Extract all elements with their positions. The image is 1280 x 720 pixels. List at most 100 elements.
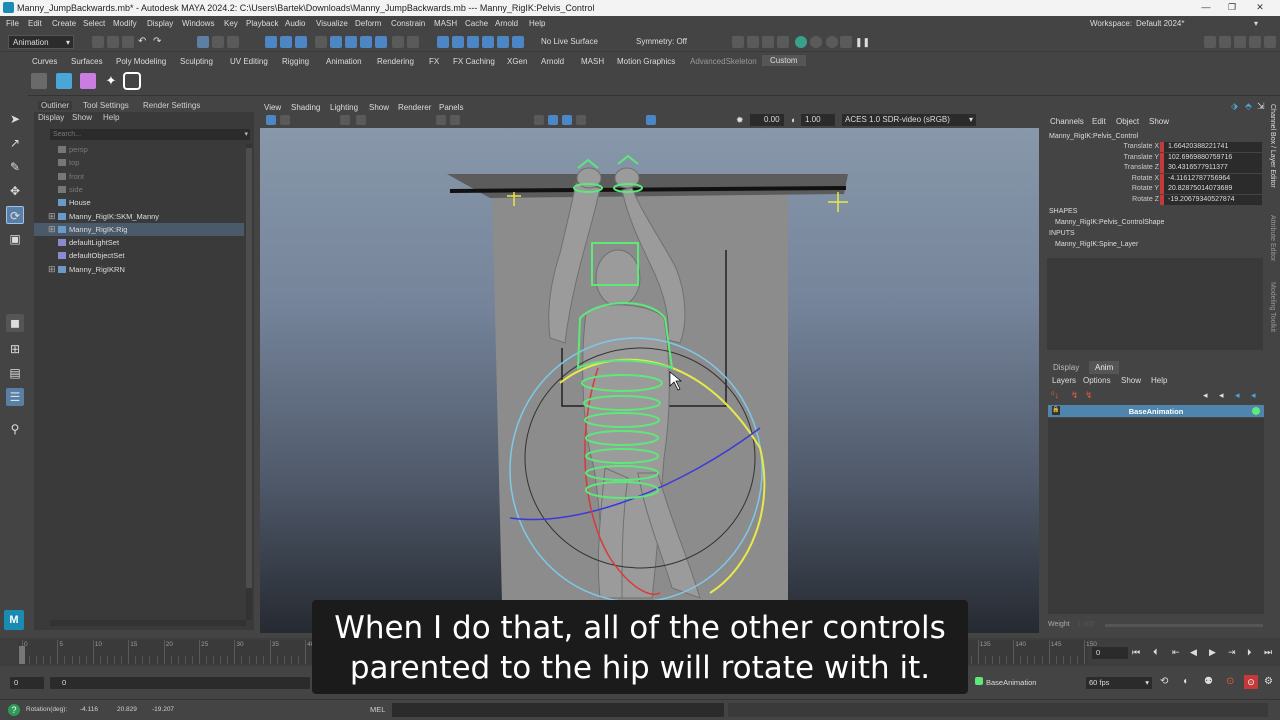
preferences-icon[interactable]: ⚙ bbox=[1264, 676, 1273, 687]
play-forwards-icon[interactable]: ▶ bbox=[1209, 647, 1216, 658]
film-gate-icon[interactable] bbox=[340, 115, 350, 125]
snap-grid-icon[interactable] bbox=[437, 36, 449, 48]
tab-channel-box-layer-editor[interactable]: Channel Box / Layer Editor bbox=[1269, 104, 1276, 188]
smooth-shade-icon[interactable] bbox=[548, 115, 558, 125]
snap-vertex-icon[interactable] bbox=[512, 36, 524, 48]
menuset-dropdown[interactable]: Animation ▾ bbox=[8, 35, 74, 49]
pause-icon[interactable]: ❚❚ bbox=[855, 36, 870, 48]
menu-playback[interactable]: Playback bbox=[246, 19, 278, 28]
menu-windows[interactable]: Windows bbox=[182, 19, 214, 28]
outliner-item[interactable]: ⊞ Manny_RigIK:SKM_Manny bbox=[34, 210, 244, 223]
tab-display-layers[interactable]: Display bbox=[1049, 363, 1083, 372]
expand-icon[interactable]: ⊞ bbox=[48, 211, 56, 222]
new-scene-icon[interactable] bbox=[92, 36, 104, 48]
rig-tool-icon[interactable] bbox=[31, 73, 47, 89]
workspace-dropdown[interactable]: Default 2024* ▾ bbox=[1132, 17, 1262, 31]
toggle-channel-box-icon[interactable] bbox=[1249, 36, 1261, 48]
select-object-icon[interactable] bbox=[212, 36, 224, 48]
shelf-tab-uv-editing[interactable]: UV Editing bbox=[230, 57, 268, 66]
shelf-sparkle-icon[interactable]: ✦ bbox=[103, 73, 119, 89]
symmetry-dropdown[interactable]: Symmetry: Off bbox=[632, 35, 702, 49]
layer-weight-slider[interactable] bbox=[1105, 624, 1263, 627]
viewport-menu-view[interactable]: View bbox=[264, 103, 281, 112]
channels-menu-object[interactable]: Object bbox=[1116, 117, 1139, 126]
shelf-tab-animation[interactable]: Animation bbox=[326, 57, 362, 66]
channel-value-field[interactable]: -4.11612787756964 bbox=[1164, 173, 1262, 184]
paint-select-tool-icon[interactable]: ✎ bbox=[6, 158, 24, 176]
shelf-tab-surfaces[interactable]: Surfaces bbox=[71, 57, 103, 66]
auto-key-icon[interactable]: ⊙ bbox=[1226, 676, 1234, 687]
snap-view-plane-icon[interactable] bbox=[482, 36, 494, 48]
open-scene-icon[interactable] bbox=[107, 36, 119, 48]
select-tool-icon[interactable]: ➤ bbox=[6, 110, 24, 128]
command-line-input[interactable] bbox=[392, 703, 724, 717]
shelf-hex-icon[interactable] bbox=[123, 72, 141, 90]
bookmarks-icon[interactable] bbox=[280, 115, 290, 125]
channel-box-icon-1[interactable]: ⬗ bbox=[1231, 101, 1238, 112]
new-layer-icon[interactable]: ◂ bbox=[1235, 390, 1240, 401]
minimize-button[interactable]: — bbox=[1196, 2, 1216, 14]
close-button[interactable]: ✕ bbox=[1250, 2, 1270, 14]
gamma-field[interactable]: 1.00 bbox=[801, 114, 835, 126]
tab-attribute-editor[interactable]: Attribute Editor bbox=[1269, 215, 1276, 261]
select-by-joint-icon[interactable] bbox=[280, 36, 292, 48]
anim-layer-selector[interactable]: BaseAnimation bbox=[975, 677, 1075, 689]
layers-menu-show[interactable]: Show bbox=[1121, 376, 1141, 385]
layers-menu-layers[interactable]: Layers bbox=[1052, 376, 1076, 385]
lock-selection-icon[interactable] bbox=[392, 36, 404, 48]
shelf-tab-xgen[interactable]: XGen bbox=[507, 57, 527, 66]
menu-modify[interactable]: Modify bbox=[113, 19, 137, 28]
hud-icon[interactable] bbox=[450, 115, 460, 125]
select-by-deformer-icon[interactable] bbox=[330, 36, 342, 48]
select-by-rendering-icon[interactable] bbox=[360, 36, 372, 48]
outliner-item[interactable]: front bbox=[34, 170, 244, 183]
live-surface-field[interactable]: No Live Surface bbox=[537, 35, 622, 49]
viewport-menu-shading[interactable]: Shading bbox=[291, 103, 320, 112]
channel-row[interactable]: Rotate Z -19.20679340527874 bbox=[1045, 195, 1267, 205]
shelf-tab-custom[interactable]: Custom bbox=[762, 55, 806, 66]
command-language[interactable]: MEL bbox=[370, 705, 385, 714]
menu-constrain[interactable]: Constrain bbox=[391, 19, 425, 28]
start-frame-field[interactable]: 0 bbox=[10, 677, 44, 689]
exposure-field[interactable]: 0.00 bbox=[750, 114, 784, 126]
channel-value-field[interactable]: -19.20679340527874 bbox=[1164, 195, 1262, 205]
tab-outliner[interactable]: Outliner bbox=[38, 101, 73, 110]
redo-icon[interactable]: ↷ bbox=[153, 36, 165, 48]
camera-attributes-icon[interactable] bbox=[266, 115, 276, 125]
outliner-item[interactable]: defaultLightSet bbox=[34, 236, 244, 249]
outliner-item[interactable]: persp bbox=[34, 143, 244, 156]
outliner-menu-display[interactable]: Display bbox=[38, 113, 64, 122]
use-all-lights-icon[interactable] bbox=[576, 115, 586, 125]
persp-outliner-icon[interactable]: ▤ bbox=[6, 364, 24, 382]
fps-dropdown[interactable]: 60 fps ▾ bbox=[1086, 677, 1152, 689]
layers-menu-options[interactable]: Options bbox=[1083, 376, 1111, 385]
move-tool-icon[interactable]: ✥ bbox=[6, 182, 24, 200]
loop-icon[interactable]: ⟲ bbox=[1160, 676, 1168, 687]
shelf-tab-fx-caching[interactable]: FX Caching bbox=[453, 57, 495, 66]
shelf-tab-mash[interactable]: MASH bbox=[581, 57, 604, 66]
single-perspective-view-icon[interactable]: ◼ bbox=[6, 314, 24, 332]
outliner-search-input[interactable]: Search... ▾ bbox=[50, 129, 250, 140]
viewport-menu-renderer[interactable]: Renderer bbox=[398, 103, 431, 112]
resolution-gate-icon[interactable] bbox=[356, 115, 366, 125]
channel-value-field[interactable]: 20.82875014073689 bbox=[1164, 184, 1262, 195]
maximize-button[interactable]: ❐ bbox=[1222, 2, 1242, 14]
channel-box-icon-3[interactable]: ⇲ bbox=[1257, 101, 1265, 112]
render-sequence-icon[interactable] bbox=[747, 36, 759, 48]
expand-icon[interactable]: ⊞ bbox=[48, 264, 56, 275]
select-by-curve-icon[interactable] bbox=[295, 36, 307, 48]
toggle-tool-settings-icon[interactable] bbox=[1234, 36, 1246, 48]
menu-cache[interactable]: Cache bbox=[465, 19, 488, 28]
toggle-outliner-icon[interactable] bbox=[1264, 36, 1276, 48]
menu-deform[interactable]: Deform bbox=[355, 19, 381, 28]
menu-file[interactable]: File bbox=[6, 19, 19, 28]
menu-audio[interactable]: Audio bbox=[285, 19, 305, 28]
select-misc-icon[interactable] bbox=[375, 36, 387, 48]
save-scene-icon[interactable] bbox=[122, 36, 134, 48]
ipr-render-icon[interactable] bbox=[762, 36, 774, 48]
move-layer-down-icon[interactable]: ◂ bbox=[1219, 390, 1224, 401]
move-layer-up-icon[interactable]: ◂ bbox=[1203, 390, 1208, 401]
shelf-tab-fx[interactable]: FX bbox=[429, 57, 439, 66]
channel-row[interactable]: Translate Y 102.6969880759716 bbox=[1045, 152, 1267, 163]
menu-key[interactable]: Key bbox=[224, 19, 238, 28]
